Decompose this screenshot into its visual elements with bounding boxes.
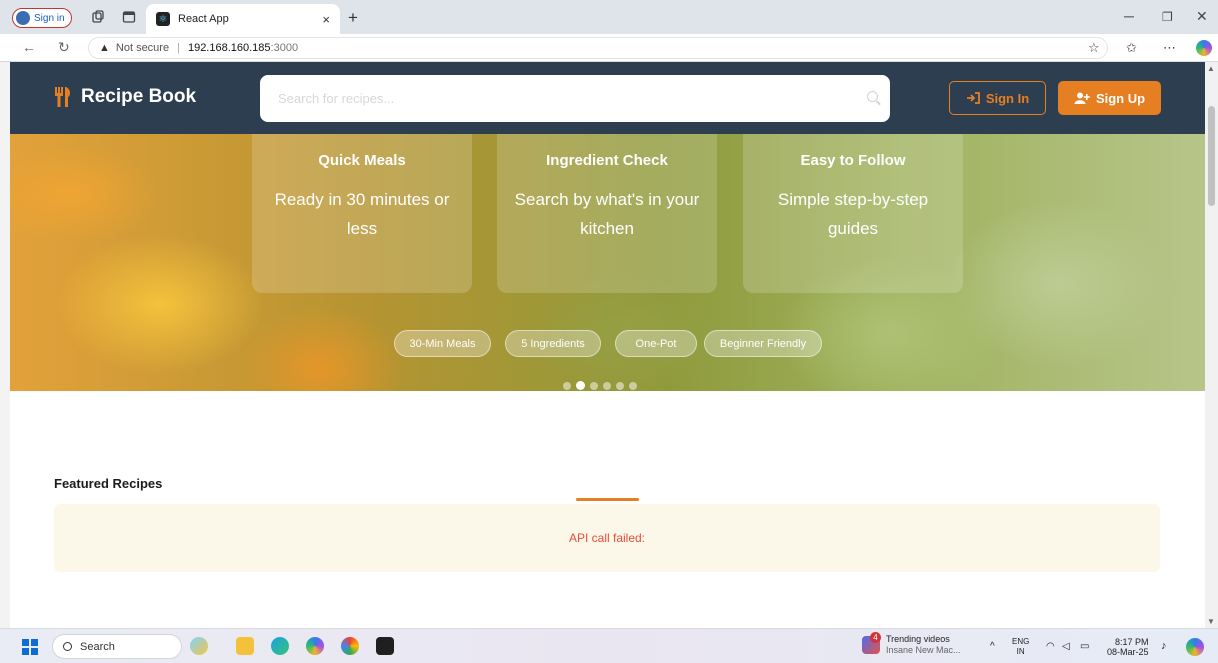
logo[interactable]: Recipe Book (53, 86, 196, 108)
hero-banner: Quick Meals Ready in 30 minutes or less … (10, 134, 1205, 391)
search-icon[interactable] (867, 91, 878, 102)
not-secure-label[interactable]: Not secure (116, 42, 169, 54)
notification-badge: 4 (870, 632, 881, 643)
tag-beginner-friendly[interactable]: Beginner Friendly (704, 330, 822, 357)
featured-recipes-title: Featured Recipes (54, 476, 163, 491)
app-header: Recipe Book Sign In Sign Up (10, 62, 1205, 134)
feature-card-easy-to-follow: Easy to Follow Simple step-by-step guide… (743, 134, 963, 293)
favorite-star-icon[interactable]: ☆ (1088, 40, 1100, 56)
windows-taskbar: Search 4 Trending videos Insane New Mac.… (0, 628, 1218, 663)
battery-icon[interactable]: ▭ (1080, 641, 1089, 652)
news-title: Trending videos (886, 634, 950, 644)
utensils-icon (55, 87, 71, 107)
scroll-thumb[interactable] (1208, 106, 1215, 206)
notification-bell-icon[interactable]: ♪ (1161, 640, 1167, 652)
carousel-dot[interactable] (576, 381, 585, 390)
carousel-dots (563, 381, 637, 390)
page-scrollbar[interactable]: ▲ ▼ (1205, 62, 1218, 628)
feature-card-ingredient-check: Ingredient Check Search by what's in you… (497, 134, 717, 293)
browser-tab-active[interactable]: ⚛ React App × (146, 4, 340, 34)
clock-date: 08-Mar-25 (1107, 647, 1149, 657)
carousel-dot[interactable] (616, 382, 624, 390)
address-bar[interactable]: ▲ Not secure | 192.168.160.185 :3000 (88, 37, 1108, 59)
profile-avatar-icon (16, 11, 30, 25)
copilot-app-icon[interactable] (306, 637, 324, 655)
search-icon (63, 642, 72, 651)
news-widget[interactable]: 4 Trending videos Insane New Mac... (862, 632, 961, 656)
address-toolbar: ← ↻ ▲ Not secure | 192.168.160.185 :3000… (0, 34, 1218, 62)
feature-description: Search by what's in your kitchen (514, 190, 700, 238)
sign-up-label: Sign Up (1095, 90, 1146, 106)
copilot-icon[interactable] (1196, 40, 1212, 56)
url-host: 192.168.160.185 (187, 42, 271, 54)
language-indicator[interactable]: ENG IN (1012, 637, 1029, 657)
tab-actions-icon[interactable] (122, 10, 136, 24)
carousel-dot[interactable] (603, 382, 611, 390)
news-subtitle: Insane New Mac... (886, 645, 961, 655)
close-window-icon[interactable]: ✕ (1196, 8, 1208, 25)
volume-icon[interactable]: ◁ (1062, 641, 1070, 652)
lang-line2: IN (1016, 647, 1025, 656)
url-separator: | (177, 42, 180, 54)
feature-title: Ingredient Check (546, 152, 668, 169)
lang-line1: ENG (1012, 637, 1030, 646)
file-explorer-icon[interactable] (236, 637, 254, 655)
tag-5-ingredients[interactable]: 5 Ingredients (505, 330, 601, 357)
news-icon: 4 (862, 632, 881, 654)
tag-one-pot[interactable]: One-Pot (615, 330, 697, 357)
error-message: API call failed: (54, 504, 1160, 572)
feature-title: Easy to Follow (800, 152, 906, 169)
carousel-dot[interactable] (629, 382, 637, 390)
new-tab-button[interactable]: + (348, 8, 358, 28)
clock-time: 8:17 PM (1114, 637, 1149, 647)
profile-button[interactable]: Sign in (12, 8, 72, 28)
workspaces-icon[interactable] (91, 10, 105, 24)
feature-description: Simple step-by-step guides (777, 190, 929, 238)
more-options-icon[interactable]: ⋯ (1163, 40, 1176, 56)
profile-label: Sign in (34, 12, 65, 24)
scroll-down-icon[interactable]: ▼ (1207, 617, 1215, 626)
tab-close-icon[interactable]: × (322, 12, 330, 27)
widgets-icon[interactable] (190, 637, 208, 655)
sign-up-button[interactable]: Sign Up (1058, 81, 1161, 115)
carousel-dot[interactable] (590, 382, 598, 390)
taskbar-search-label: Search (80, 640, 115, 653)
edge-icon[interactable] (271, 637, 289, 655)
taskbar-search[interactable]: Search (52, 634, 182, 659)
scroll-up-icon[interactable]: ▲ (1207, 64, 1215, 73)
system-clock[interactable]: 8:17 PM 08-Mar-25 (1107, 637, 1149, 657)
tag-30-min-meals[interactable]: 30-Min Meals (394, 330, 491, 357)
sign-in-label: Sign In (985, 90, 1030, 106)
page-viewport: Recipe Book Sign In Sign Up Quick Meals … (10, 62, 1205, 628)
chevron-up-icon[interactable]: ^ (990, 641, 995, 652)
logo-text: Recipe Book (81, 86, 197, 107)
sign-in-icon (966, 92, 980, 104)
chrome-icon[interactable] (341, 637, 359, 655)
section-underline (576, 498, 639, 501)
windows-start-icon[interactable] (22, 639, 38, 655)
user-plus-icon (1074, 92, 1090, 104)
refresh-icon[interactable]: ↻ (58, 39, 70, 56)
restore-icon[interactable]: ❐ (1162, 10, 1173, 24)
url-port: :3000 (270, 42, 299, 54)
back-icon[interactable]: ← (22, 39, 36, 55)
copilot-taskbar-icon[interactable] (1186, 638, 1204, 656)
carousel-dot[interactable] (563, 382, 571, 390)
search-box (260, 75, 890, 122)
feature-title: Quick Meals (318, 152, 406, 169)
feature-card-quick-meals: Quick Meals Ready in 30 minutes or less (252, 134, 472, 293)
favorites-icon[interactable]: ✩ (1126, 40, 1137, 56)
browser-tab-strip: Sign in ⚛ React App × + ─ ❐ ✕ (0, 0, 1218, 34)
wifi-icon[interactable]: ◠ (1046, 641, 1055, 652)
search-input[interactable] (260, 75, 890, 122)
feature-description: Ready in 30 minutes or less (274, 190, 450, 238)
terminal-app-icon[interactable] (376, 637, 394, 655)
warning-icon[interactable]: ▲ (99, 42, 110, 54)
react-favicon-icon: ⚛ (156, 12, 170, 26)
tab-title: React App (178, 13, 229, 25)
sign-in-button[interactable]: Sign In (949, 81, 1046, 115)
minimize-icon[interactable]: ─ (1124, 8, 1134, 24)
